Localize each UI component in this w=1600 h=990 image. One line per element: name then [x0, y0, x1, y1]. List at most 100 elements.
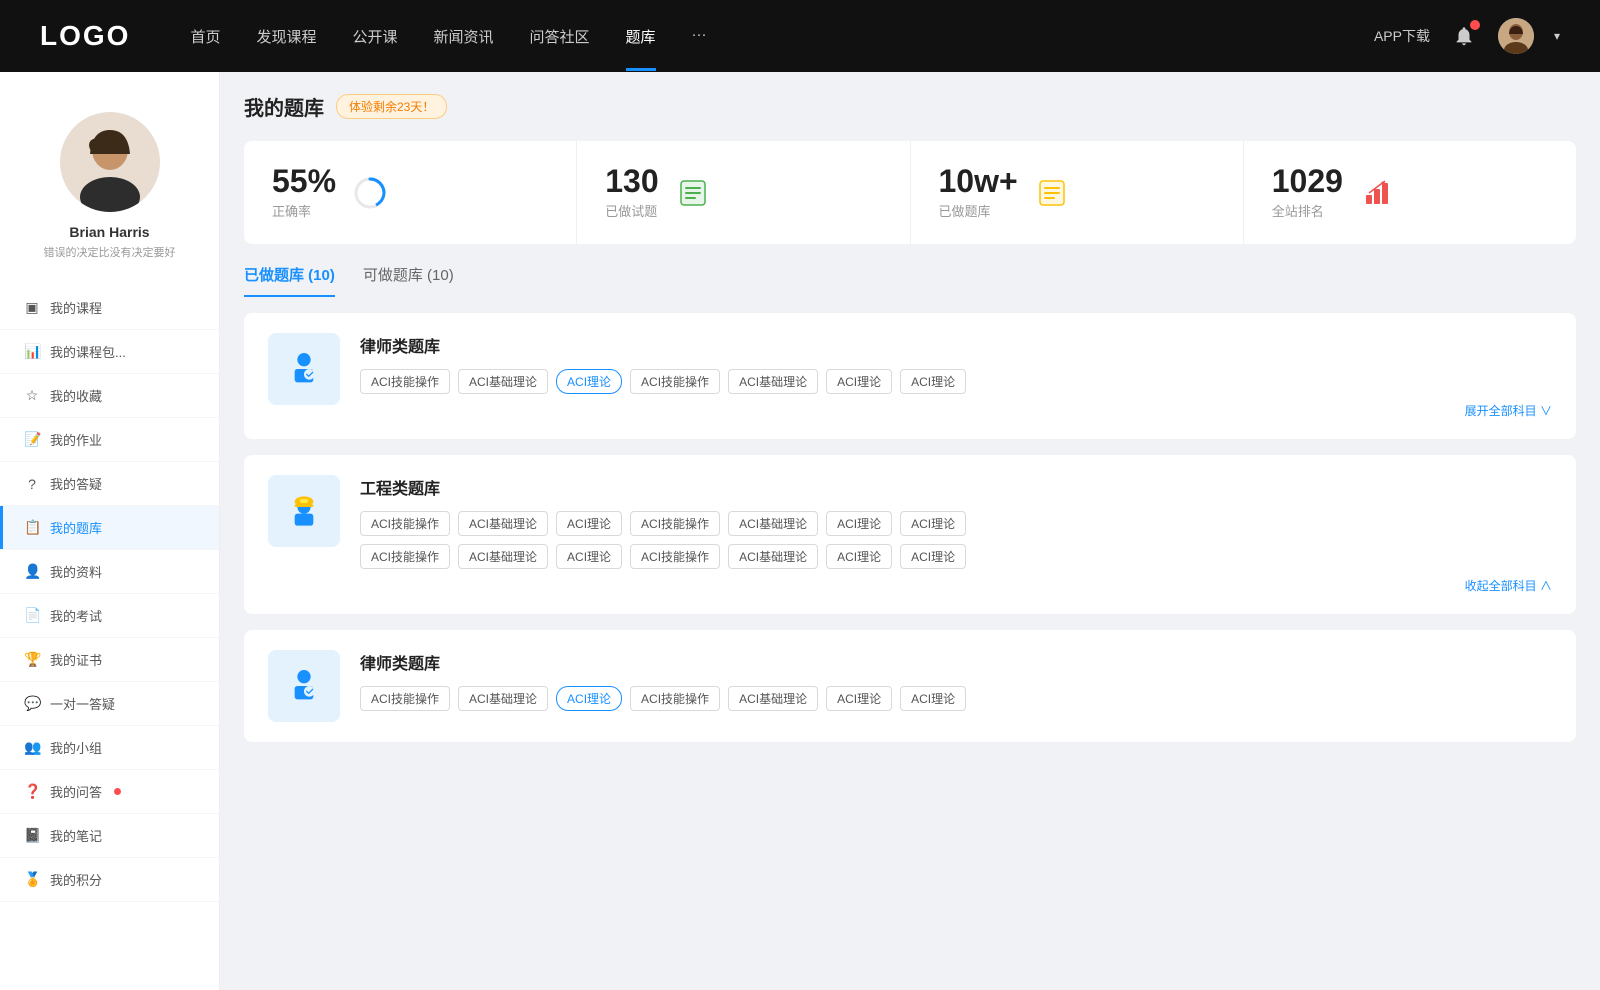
nav-open-course[interactable]: 公开课	[352, 26, 397, 47]
stat-accuracy-value: 55%	[272, 165, 336, 197]
tag[interactable]: ACI技能操作	[360, 511, 450, 536]
sidebar-item-label: 我的题库	[50, 518, 102, 537]
bank-tags-engineer-row2: ACI技能操作 ACI基础理论 ACI理论 ACI技能操作 ACI基础理论 AC…	[360, 544, 1552, 569]
tag[interactable]: ACI理论	[826, 511, 892, 536]
accuracy-icon	[352, 175, 388, 211]
tag[interactable]: ACI技能操作	[360, 369, 450, 394]
sidebar-item-question-bank[interactable]: 📋 我的题库	[0, 506, 219, 550]
sidebar-item-certificate[interactable]: 🏆 我的证书	[0, 638, 219, 682]
nav-discover[interactable]: 发现课程	[256, 26, 316, 47]
tag[interactable]: ACI理论	[826, 369, 892, 394]
profile-name: Brian Harris	[69, 224, 149, 240]
stat-banks-value: 10w+	[939, 165, 1018, 197]
tag[interactable]: ACI基础理论	[728, 686, 818, 711]
avatar-dropdown-arrow[interactable]: ▾	[1554, 29, 1560, 43]
tag[interactable]: ACI基础理论	[458, 686, 548, 711]
bank-tags-lawyer-2: ACI技能操作 ACI基础理论 ACI理论 ACI技能操作 ACI基础理论 AC…	[360, 686, 1552, 711]
sidebar-item-label: 我的课程	[50, 298, 102, 317]
tag[interactable]: ACI基础理论	[458, 544, 548, 569]
sidebar-item-homework[interactable]: 📝 我的作业	[0, 418, 219, 462]
sidebar-item-notes[interactable]: 📓 我的笔记	[0, 814, 219, 858]
sidebar-item-label: 一对一答疑	[50, 694, 115, 713]
nav-home[interactable]: 首页	[190, 26, 220, 47]
course-icon: ▣	[24, 299, 40, 316]
stat-banks-label: 已做题库	[939, 201, 1018, 220]
nav-news[interactable]: 新闻资讯	[434, 26, 494, 47]
tag[interactable]: ACI理论	[826, 544, 892, 569]
tab-done-banks[interactable]: 已做题库 (10)	[244, 264, 335, 295]
stat-accuracy: 55% 正确率	[244, 141, 577, 244]
stat-rank-label: 全站排名	[1272, 201, 1343, 220]
notification-bell[interactable]	[1450, 22, 1478, 50]
stats-row: 55% 正确率 130 已做试题	[244, 141, 1576, 244]
tag[interactable]: ACI基础理论	[458, 511, 548, 536]
star-icon: ☆	[24, 387, 40, 404]
sidebar: Brian Harris 错误的决定比没有决定要好 ▣ 我的课程 📊 我的课程包…	[0, 72, 220, 990]
sidebar-item-my-qa[interactable]: ❓ 我的问答	[0, 770, 219, 814]
notes-icon: 📓	[24, 827, 40, 844]
bank-card-lawyer-1: 律师类题库 ACI技能操作 ACI基础理论 ACI理论 ACI技能操作 ACI基…	[244, 313, 1576, 439]
sidebar-item-profile[interactable]: 👤 我的资料	[0, 550, 219, 594]
sidebar-item-group[interactable]: 👥 我的小组	[0, 726, 219, 770]
bank-tags-lawyer-1: ACI技能操作 ACI基础理论 ACI理论 ACI技能操作 ACI基础理论 AC…	[360, 369, 1552, 394]
sidebar-item-label: 我的答疑	[50, 474, 102, 493]
tag-active[interactable]: ACI理论	[556, 686, 622, 711]
sidebar-item-questions[interactable]: ? 我的答疑	[0, 462, 219, 506]
tag[interactable]: ACI理论	[556, 511, 622, 536]
sidebar-item-points[interactable]: 🏅 我的积分	[0, 858, 219, 902]
group-icon: 👥	[24, 739, 40, 756]
sidebar-item-label: 我的证书	[50, 650, 102, 669]
tutor-icon: 💬	[24, 695, 40, 712]
sidebar-item-exam[interactable]: 📄 我的考试	[0, 594, 219, 638]
tag[interactable]: ACI理论	[900, 686, 966, 711]
lawyer-icon	[268, 333, 340, 405]
tag[interactable]: ACI技能操作	[630, 686, 720, 711]
sidebar-item-course-package[interactable]: 📊 我的课程包...	[0, 330, 219, 374]
tab-available-banks[interactable]: 可做题库 (10)	[363, 264, 454, 295]
tag-active[interactable]: ACI理论	[556, 369, 622, 394]
sidebar-item-label: 我的收藏	[50, 386, 102, 405]
avatar[interactable]	[1498, 18, 1534, 54]
sidebar-item-label: 我的作业	[50, 430, 102, 449]
sidebar-item-favorites[interactable]: ☆ 我的收藏	[0, 374, 219, 418]
bank-icon: 📋	[24, 519, 40, 536]
sidebar-item-tutor[interactable]: 💬 一对一答疑	[0, 682, 219, 726]
expand-link-lawyer-1[interactable]: 展开全部科目 ∨	[360, 402, 1552, 419]
sidebar-item-label: 我的小组	[50, 738, 102, 757]
nav-question-bank[interactable]: 题库	[626, 26, 656, 47]
tag[interactable]: ACI技能操作	[630, 511, 720, 536]
stat-rank: 1029 全站排名	[1244, 141, 1576, 244]
tag[interactable]: ACI基础理论	[728, 544, 818, 569]
sidebar-item-label: 我的问答	[50, 782, 102, 801]
sidebar-item-label: 我的资料	[50, 562, 102, 581]
tag[interactable]: ACI理论	[826, 686, 892, 711]
page-layout: Brian Harris 错误的决定比没有决定要好 ▣ 我的课程 📊 我的课程包…	[0, 0, 1600, 990]
tag[interactable]: ACI理论	[900, 544, 966, 569]
sidebar-item-label: 我的积分	[50, 870, 102, 889]
done-questions-icon	[675, 175, 711, 211]
tag[interactable]: ACI理论	[556, 544, 622, 569]
sidebar-item-my-course[interactable]: ▣ 我的课程	[0, 286, 219, 330]
tag[interactable]: ACI理论	[900, 511, 966, 536]
tag[interactable]: ACI技能操作	[630, 369, 720, 394]
nav-qa[interactable]: 问答社区	[530, 26, 590, 47]
sidebar-menu: ▣ 我的课程 📊 我的课程包... ☆ 我的收藏 📝 我的作业 ? 我的答疑 📋	[0, 286, 219, 902]
tag[interactable]: ACI技能操作	[630, 544, 720, 569]
tag[interactable]: ACI基础理论	[728, 511, 818, 536]
sidebar-item-label: 我的考试	[50, 606, 102, 625]
collapse-link-engineer[interactable]: 收起全部科目 ∧	[360, 577, 1552, 594]
logo[interactable]: LOGO	[40, 20, 130, 52]
nav-more[interactable]: ···	[692, 26, 707, 47]
tag[interactable]: ACI基础理论	[728, 369, 818, 394]
tag[interactable]: ACI理论	[900, 369, 966, 394]
notification-badge	[1470, 20, 1480, 30]
profile-icon: 👤	[24, 563, 40, 580]
app-download-button[interactable]: APP下载	[1374, 26, 1430, 46]
certificate-icon: 🏆	[24, 651, 40, 668]
bank-title-lawyer-1: 律师类题库	[360, 333, 1552, 357]
tag[interactable]: ACI技能操作	[360, 544, 450, 569]
tag[interactable]: ACI技能操作	[360, 686, 450, 711]
nav-menu: 首页 发现课程 公开课 新闻资讯 问答社区 题库 ···	[190, 26, 1374, 47]
tag[interactable]: ACI基础理论	[458, 369, 548, 394]
trial-badge[interactable]: 体验剩余23天！	[336, 94, 447, 119]
